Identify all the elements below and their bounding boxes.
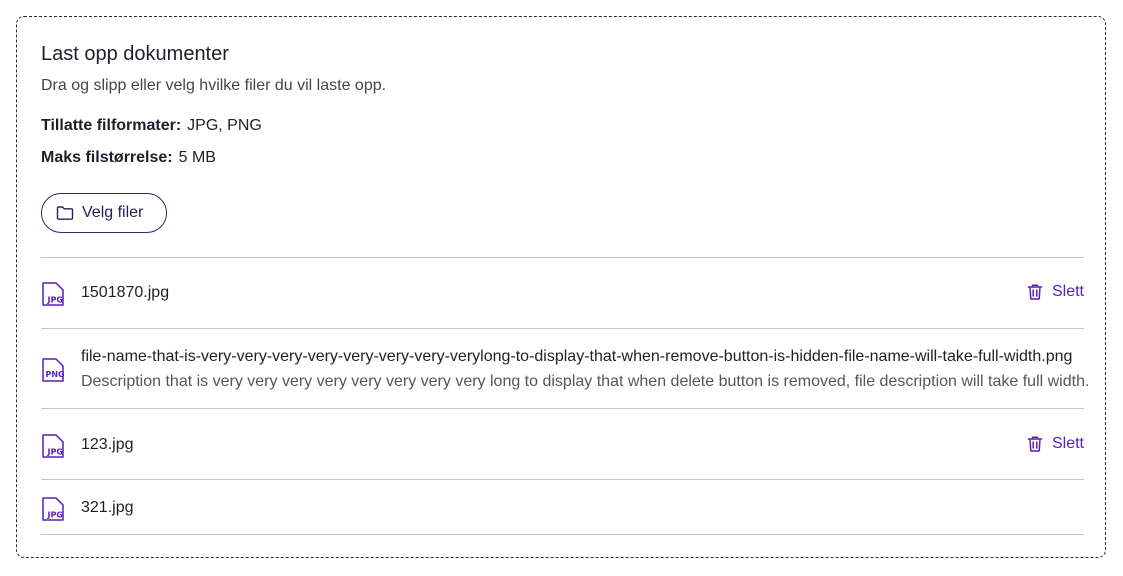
file-row: JPG 123.jpg Slett [41, 408, 1084, 479]
jpg-file-icon: JPG [41, 282, 65, 306]
file-row: JPG 1501870.jpg Slett [41, 257, 1084, 328]
allowed-formats: Tillatte filformater: JPG, PNG [41, 117, 262, 135]
png-file-icon: PNG [41, 358, 65, 382]
file-name: 1501870.jpg [81, 284, 170, 301]
choose-files-label: Velg filer [82, 204, 144, 221]
max-file-size: Maks filstørrelse: 5 MB [41, 149, 216, 167]
file-row: JPG 321.jpg [41, 479, 1084, 535]
max-file-size-label: Maks filstørrelse: [41, 149, 173, 166]
choose-files-button[interactable]: Velg filer [41, 193, 167, 233]
trash-icon [1026, 283, 1044, 301]
file-dropzone[interactable]: Last opp dokumenter Dra og slipp eller v… [16, 16, 1106, 558]
file-name: 321.jpg [81, 499, 134, 516]
allowed-formats-value: JPG, PNG [187, 117, 262, 134]
max-file-size-value: 5 MB [178, 149, 216, 166]
allowed-formats-label: Tillatte filformater: [41, 117, 182, 134]
delete-button[interactable]: Slett [1026, 435, 1084, 453]
jpg-file-icon: JPG [41, 497, 65, 521]
file-row: PNG file-name-that-is-very-very-very-ver… [41, 328, 1089, 408]
upload-instructions: Dra og slipp eller velg hvilke filer du … [41, 77, 387, 94]
file-name: 123.jpg [81, 436, 134, 453]
delete-button[interactable]: Slett [1026, 283, 1084, 301]
delete-label: Slett [1051, 283, 1084, 300]
file-name: file-name-that-is-very-very-very-very-ve… [81, 348, 1073, 365]
file-type-text: JPG [47, 511, 63, 520]
file-type-text: JPG [47, 448, 63, 457]
upload-title: Last opp dokumenter [41, 43, 229, 65]
delete-label: Slett [1051, 435, 1084, 452]
file-list: JPG 1501870.jpg Slett PNG file-name-that… [41, 257, 1089, 535]
file-description: Description that is very very very very … [81, 373, 1090, 390]
file-type-text: PNG [46, 370, 65, 379]
trash-icon [1026, 435, 1044, 453]
folder-icon [56, 205, 74, 221]
file-type-text: JPG [47, 296, 63, 305]
jpg-file-icon: JPG [41, 434, 65, 458]
